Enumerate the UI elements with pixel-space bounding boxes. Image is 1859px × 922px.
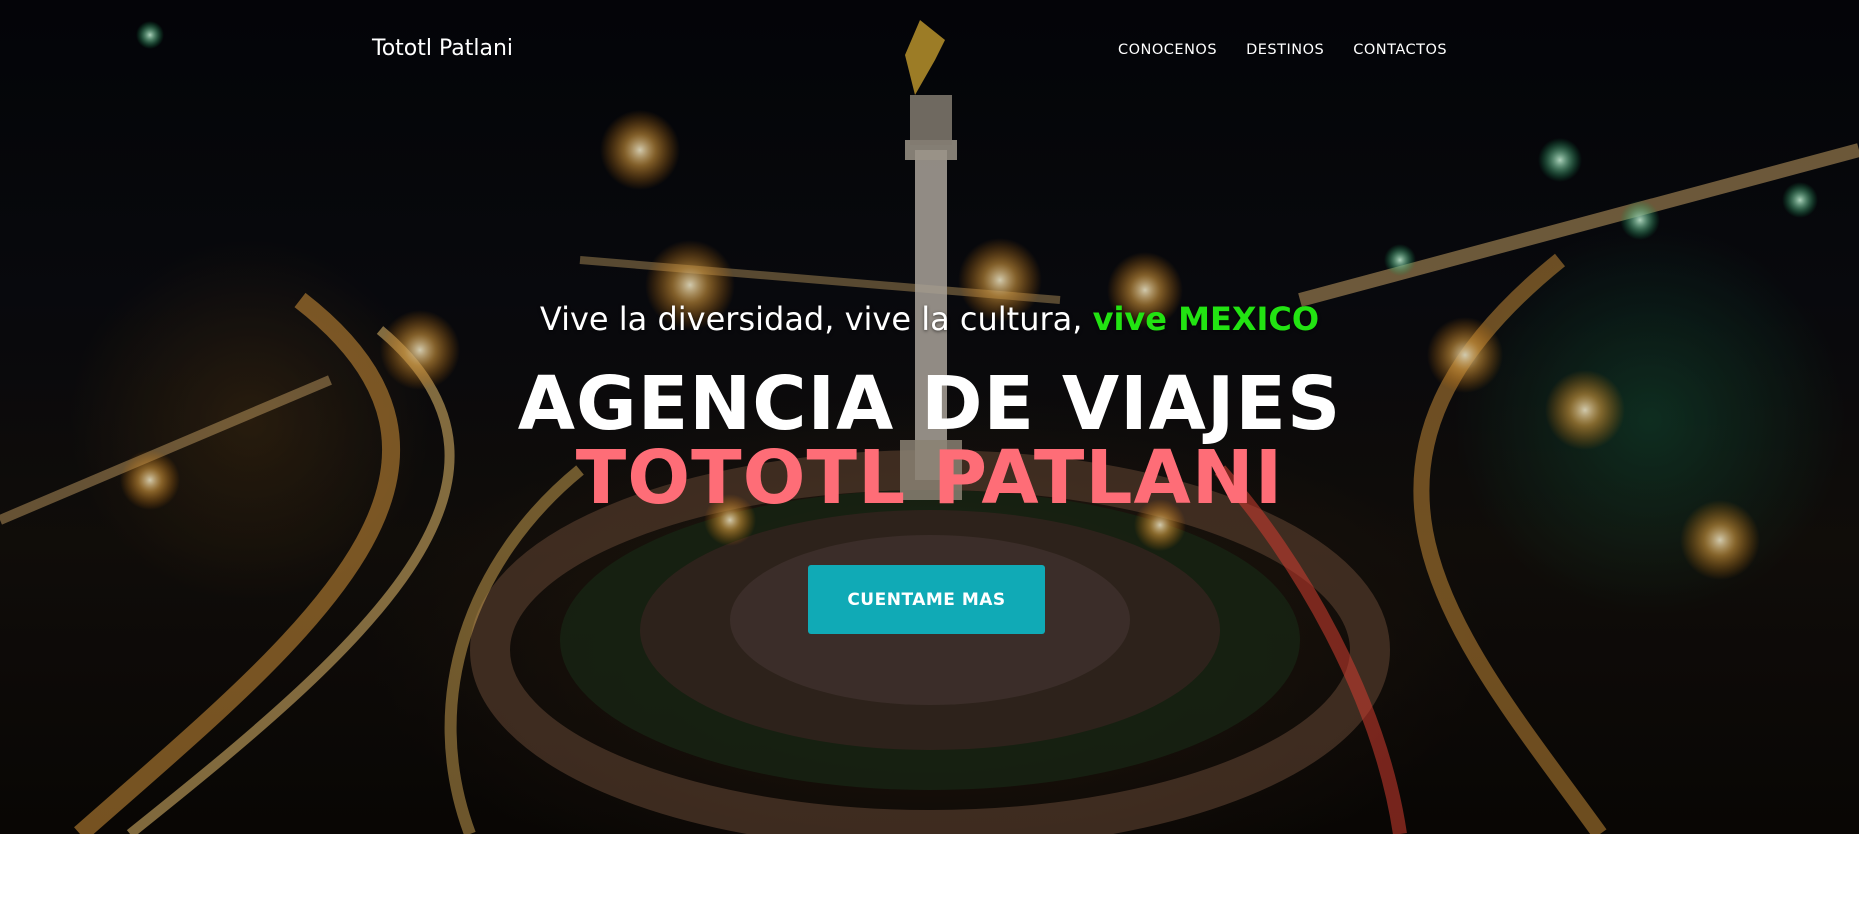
- nav-link-conocenos[interactable]: CONOCENOS: [1118, 42, 1217, 58]
- nav-link-destinos[interactable]: DESTINOS: [1246, 42, 1324, 58]
- hero-subheading-accent: vive MEXICO: [1092, 300, 1320, 338]
- brand-link[interactable]: Tototl Patlani: [372, 36, 513, 61]
- hero-section: Tototl Patlani CONOCENOS DESTINOS CONTAC…: [0, 0, 1859, 834]
- hero-subheading-text: Vive la diversidad, vive la cultura,: [539, 300, 1093, 338]
- nav-link-contactos[interactable]: CONTACTOS: [1353, 42, 1447, 58]
- hero-heading-line2: TOTOTL PATLANI: [575, 435, 1284, 521]
- main-nav: CONOCENOS DESTINOS CONTACTOS: [1118, 42, 1447, 58]
- hero-subheading: Vive la diversidad, vive la cultura, viv…: [0, 300, 1859, 338]
- hero-heading-line1: AGENCIA DE VIAJES: [517, 361, 1342, 447]
- cuentame-mas-button[interactable]: CUENTAME MAS: [808, 565, 1045, 634]
